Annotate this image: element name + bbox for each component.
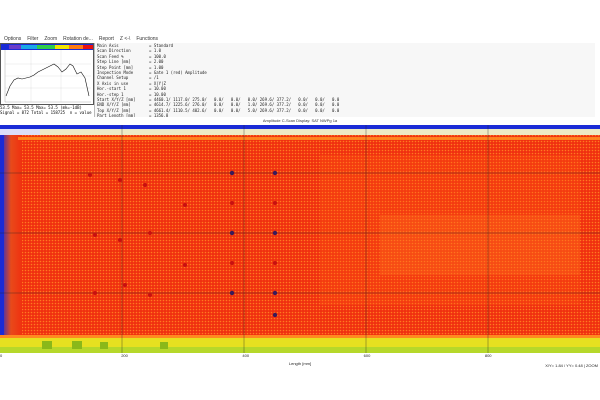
menu-z[interactable]: Z <-\	[120, 36, 130, 42]
scan-title: Amplitude C-Scan Display: SAT NWPg 1a	[0, 117, 600, 125]
defect-indication-red	[123, 283, 127, 287]
defect-indication-red	[93, 233, 97, 237]
cscan-svg[interactable]	[0, 125, 600, 353]
menu-rotation[interactable]: Rotation de...	[63, 36, 93, 42]
cscan-display[interactable]	[0, 125, 600, 353]
amplitude-profile-line	[5, 63, 90, 97]
amplitude-mini-chart	[0, 43, 94, 105]
defect-indication-red	[183, 263, 187, 267]
menu-filter[interactable]: Filter	[27, 36, 38, 42]
defect-indication-dark	[229, 290, 235, 296]
x-axis-label: Length [mm]	[288, 361, 312, 366]
defect-indication-red	[148, 293, 152, 297]
defect-indication-red	[143, 183, 147, 187]
defect-indication-dark	[272, 230, 278, 236]
defect-indication-red	[148, 231, 152, 235]
status-readout: X/Y= 1.84 / YY= 0.48 | ZOOM	[545, 363, 598, 368]
defect-indication-red	[93, 291, 97, 295]
defect-indication-dark	[272, 170, 278, 176]
defect-indication-dark	[272, 290, 278, 296]
defect-indication-red	[273, 261, 277, 265]
mini-info-line2: Signal = 872 Total = 158725 n = value = …	[0, 110, 109, 115]
defect-indication-red	[118, 178, 122, 182]
x-tick-label: 200	[121, 353, 128, 358]
x-tick-label: 0	[0, 353, 3, 358]
x-tick-label: 600	[363, 353, 371, 358]
mini-chart-info: 53.5 Max= 53.5 Max= 53.5 (mk=-1dB) Signa…	[0, 105, 108, 115]
x-axis: Length [mm] X/Y= 1.84 / YY= 0.48 | ZOOM …	[0, 353, 600, 371]
menu-zoom[interactable]: Zoom	[44, 36, 57, 42]
menu-functions[interactable]: Functions	[136, 36, 158, 42]
info-panel: 53.5 Max= 53.5 Max= 53.5 (mk=-1dB) Signa…	[0, 43, 600, 129]
defect-indication-red	[230, 201, 234, 205]
defect-indication-red	[118, 238, 122, 242]
defect-indication-dark	[229, 170, 235, 176]
defect-indication-red	[273, 201, 277, 205]
menu-options[interactable]: Options	[4, 36, 21, 42]
defect-indication-red	[230, 261, 234, 265]
defect-indication-dark	[272, 312, 278, 318]
defect-indication-dark	[229, 230, 235, 236]
scan-parameters: Main Axis = Standard Scan Direction = 1.0 Sc…	[94, 43, 595, 129]
defect-indication-red	[88, 173, 92, 177]
x-tick-label: 800	[484, 353, 492, 358]
x-tick-label: 400	[242, 353, 250, 358]
menu-report[interactable]: Report	[99, 36, 114, 42]
defect-indication-red	[183, 203, 187, 207]
